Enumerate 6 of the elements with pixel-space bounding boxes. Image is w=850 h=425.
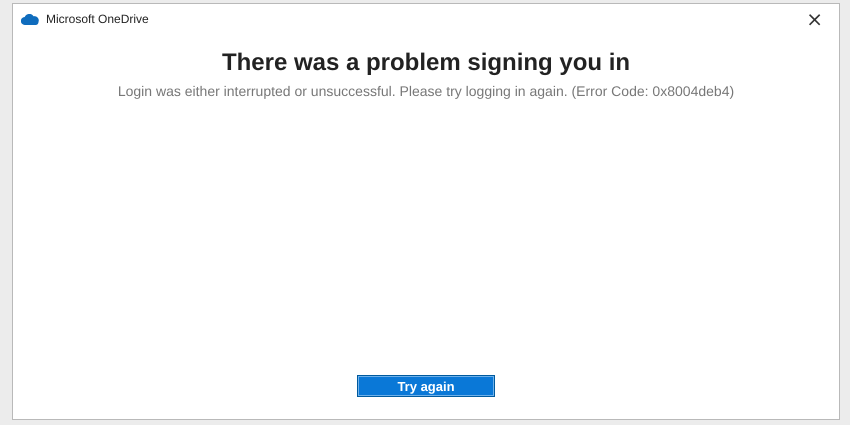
try-again-button[interactable]: Try again	[357, 375, 495, 397]
error-message: Login was either interrupted or unsuccessful. Please try logging in again. (Error Code: 0x8004deb4)	[116, 83, 736, 100]
cloud-icon	[21, 14, 39, 24]
close-button[interactable]: ×	[800, 9, 829, 29]
error-heading: There was a problem signing you in	[222, 49, 630, 77]
window-title: Microsoft OneDrive	[46, 12, 150, 26]
